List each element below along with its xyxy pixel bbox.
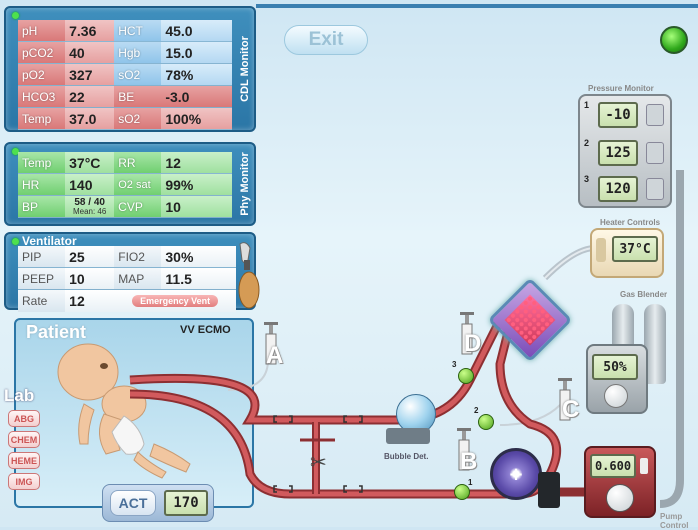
port-3-stopcock[interactable] [458, 368, 474, 384]
pressure-monitor-title: Pressure Monitor [588, 84, 654, 93]
gas-blender-title: Gas Blender [620, 290, 668, 299]
pump-flow-display: 0.600 [590, 454, 636, 478]
port-2-stopcock[interactable] [478, 414, 494, 430]
pump-motor [538, 472, 560, 508]
port-1-number: 1 [468, 478, 473, 487]
access-point-d-label[interactable]: D [464, 330, 481, 358]
heater-title: Heater Controls [600, 218, 661, 227]
pressure-2-adjust-icon[interactable] [646, 142, 664, 164]
gas-blender-knob[interactable] [604, 384, 628, 408]
pressure-index-3: 3 [584, 174, 590, 184]
access-point-c-label[interactable]: C [562, 396, 579, 424]
port-3-number: 3 [452, 360, 457, 369]
port-2-number: 2 [474, 406, 479, 415]
pump-plus-icon: + [508, 463, 524, 485]
pressure-1-adjust-icon[interactable] [646, 104, 664, 126]
pressure-2-display: 125 [598, 140, 638, 166]
pump-adjust-icon[interactable] [640, 458, 648, 474]
gas-blender-display: 50% [592, 354, 638, 380]
heater-display: 37°C [612, 236, 658, 262]
access-point-b-label[interactable]: B [460, 448, 477, 476]
pressure-index-1: 1 [584, 100, 590, 110]
access-point-a-label[interactable]: A [266, 342, 283, 370]
heater-adjust-icon[interactable] [596, 238, 606, 262]
pressure-index-2: 2 [584, 138, 590, 148]
pressure-3-display: 120 [598, 176, 638, 202]
clamp-scissors-icon[interactable]: ✂ [310, 450, 327, 474]
pressure-3-adjust-icon[interactable] [646, 178, 664, 200]
bubble-detector-label: Bubble Det. [384, 452, 429, 461]
pump-control-caption: Pump Control [660, 512, 689, 530]
pump-knob[interactable] [606, 484, 634, 512]
pressure-1-display: -10 [598, 102, 638, 128]
bubble-detector-base [386, 428, 430, 444]
